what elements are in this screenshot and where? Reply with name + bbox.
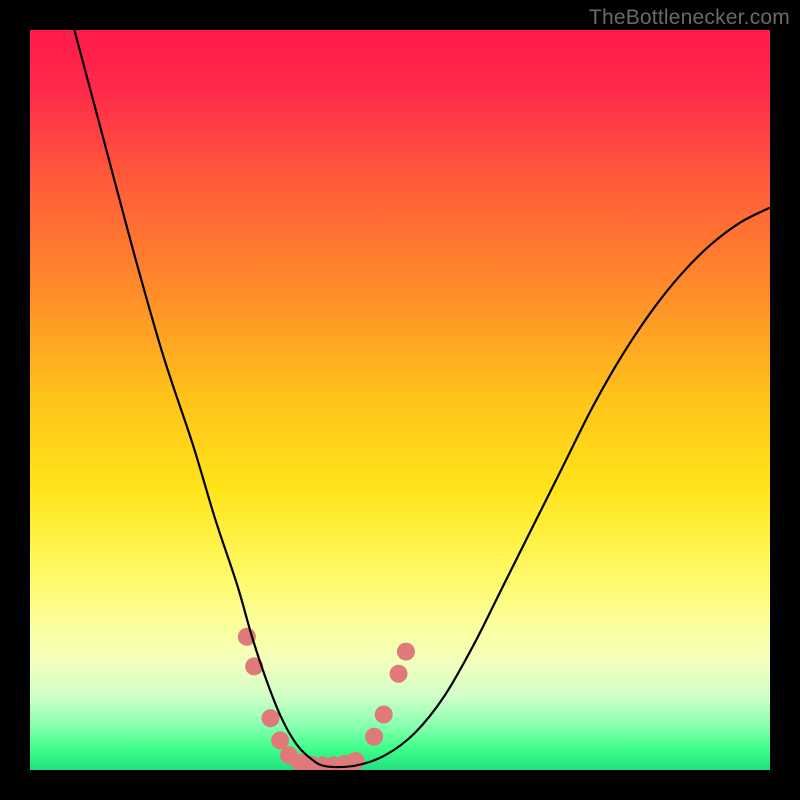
curve-layer [30, 30, 770, 770]
watermark-label: TheBottlenecker.com [589, 6, 790, 30]
highlight-marker [390, 665, 408, 683]
plot-area [30, 30, 770, 770]
highlight-marker [365, 728, 383, 746]
chart-frame: TheBottlenecker.com [0, 0, 800, 800]
highlight-markers [238, 628, 415, 770]
bottleneck-curve [74, 30, 770, 767]
highlight-marker [397, 643, 415, 661]
highlight-marker [262, 709, 280, 727]
highlight-marker [375, 706, 393, 724]
